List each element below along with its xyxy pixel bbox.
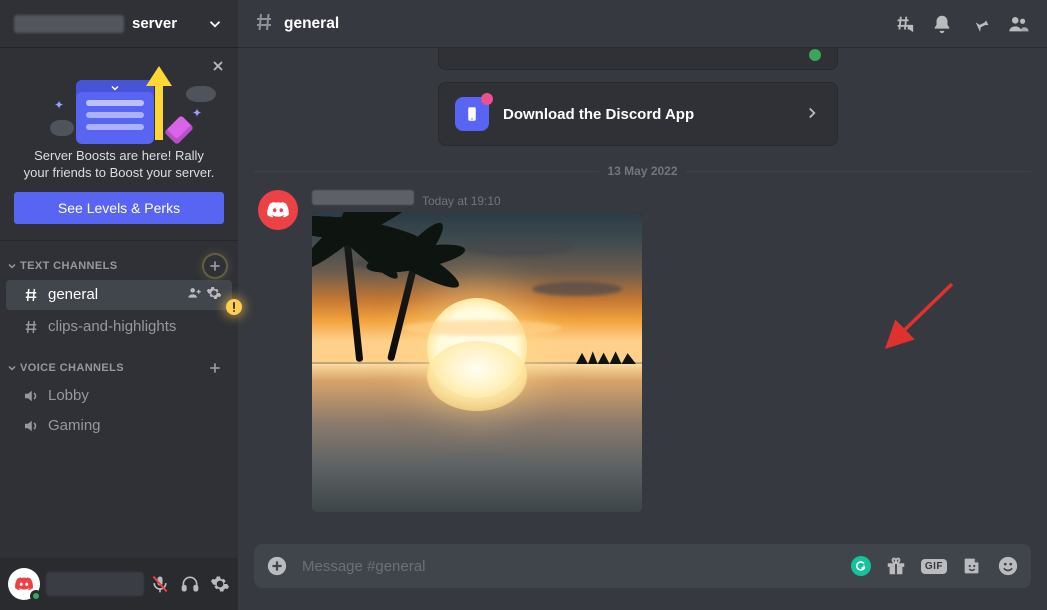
user-avatar[interactable] [8,568,40,600]
emoji-icon [997,555,1019,577]
gear-icon[interactable] [206,285,222,305]
mobile-icon [455,97,489,131]
chat-panel: general [238,0,1047,610]
sticker-button[interactable] [961,555,983,577]
message: Today at 19:10 [238,186,1047,522]
server-name-redacted [14,15,124,33]
plus-icon [207,360,223,376]
add-voice-channel-button[interactable] [204,357,226,379]
speaker-icon [22,387,40,405]
plus-circle-icon [266,555,288,577]
channel-sidebar: server ✦ ✦ Server Boosts are here! Rally… [0,0,238,610]
chevron-down-icon [6,260,18,272]
voice-channels-label: VOICE CHANNELS [20,362,124,374]
voice-channels-header[interactable]: VOICE CHANNELS [0,343,238,381]
invite-icon[interactable] [186,285,202,305]
chat-input: GIF [254,544,1031,588]
plus-icon [207,258,223,274]
chevron-down-icon [6,362,18,374]
status-online-icon [30,590,42,602]
channel-label: general [48,286,98,303]
add-text-channel-button[interactable] [204,255,226,277]
text-channels-header[interactable]: TEXT CHANNELS [0,241,238,279]
gift-button[interactable] [885,555,907,577]
download-app-label: Download the Discord App [503,106,789,123]
hash-icon [252,10,276,37]
boost-levels-button[interactable]: See Levels & Perks [14,192,224,224]
text-channels-label: TEXT CHANNELS [20,260,117,272]
hash-icon [22,317,40,337]
threads-button[interactable] [889,9,919,39]
voice-channel-gaming[interactable]: Gaming [6,412,232,440]
members-button[interactable] [1003,9,1033,39]
channel-general[interactable]: general [6,280,232,310]
pinned-button[interactable] [965,9,995,39]
chevron-down-icon [206,15,224,33]
boost-art: ✦ ✦ [14,62,224,142]
card-partial[interactable] [438,48,838,70]
message-input[interactable] [300,557,839,576]
channel-title: general [284,15,339,33]
chevron-right-icon [803,104,821,125]
boost-text: Server Boosts are here! Rally your frien… [14,148,224,192]
user-name-redacted [46,572,144,596]
server-header[interactable]: server [0,0,238,48]
deafen-button[interactable] [180,574,200,594]
download-app-card[interactable]: Download the Discord App [438,82,838,146]
notifications-button[interactable] [927,9,957,39]
sticker-icon [961,555,983,577]
message-attachment-image[interactable] [312,212,642,512]
message-timestamp: Today at 19:10 [422,194,501,208]
grammarly-icon[interactable] [851,556,871,576]
boost-banner: ✦ ✦ Server Boosts are here! Rally your f… [0,48,238,241]
message-author-redacted [312,190,414,205]
channel-label: Lobby [48,387,89,404]
voice-channel-lobby[interactable]: Lobby [6,382,232,410]
mute-mic-button[interactable] [150,574,170,594]
gif-button[interactable]: GIF [921,559,947,574]
message-avatar[interactable] [258,190,298,230]
date-divider-label: 13 May 2022 [599,164,685,178]
speaker-icon [22,417,40,435]
channel-label: clips-and-highlights [48,318,176,335]
user-settings-button[interactable] [210,574,230,594]
discord-logo-icon [266,198,290,222]
emoji-button[interactable] [997,555,1019,577]
chat-input-row: GIF [238,544,1047,610]
chat-body: Download the Discord App 13 May 2022 Tod… [238,48,1047,544]
channel-label: Gaming [48,417,101,434]
server-name-suffix: server [132,15,177,32]
gift-icon [885,555,907,577]
channel-clips-and-highlights[interactable]: clips-and-highlights [6,312,232,342]
chat-header: general [238,0,1047,48]
user-panel [0,558,238,610]
attach-button[interactable] [266,555,288,577]
hash-icon [22,285,40,305]
date-divider: 13 May 2022 [254,164,1031,178]
